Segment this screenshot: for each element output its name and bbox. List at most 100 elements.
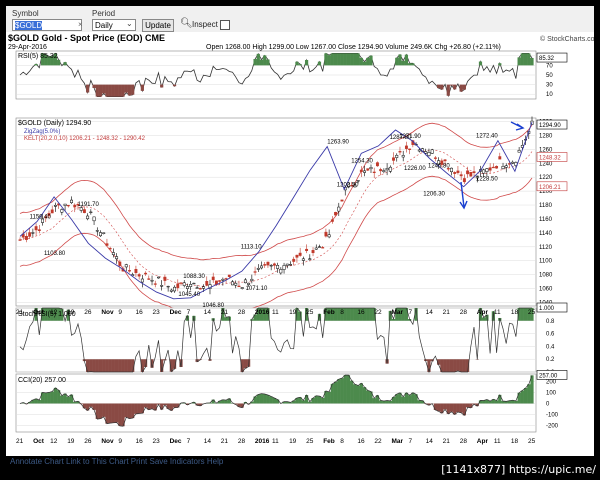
candle-body <box>163 276 167 281</box>
x-tick-label: Feb <box>323 438 335 445</box>
candle-body <box>298 252 302 256</box>
candle-body <box>166 285 170 288</box>
x-tick-label: 16 <box>135 309 143 316</box>
candle-body <box>157 276 160 279</box>
candle-body <box>462 178 466 183</box>
magnifier-icon[interactable]: 🔍︎ <box>180 18 193 29</box>
candle-body <box>401 155 405 158</box>
osc-tick-label: 0.6 <box>546 332 555 338</box>
candle-body <box>227 274 231 277</box>
candle-body <box>108 247 112 250</box>
candle-body <box>282 265 286 270</box>
update-button[interactable]: Update <box>142 19 174 32</box>
candle-body <box>202 286 205 289</box>
candle-body <box>363 170 367 173</box>
candle-body <box>63 203 67 206</box>
candle-body <box>417 149 421 152</box>
price-annotation: 1246.80 <box>428 164 450 170</box>
candle-body <box>218 280 222 282</box>
x-tick-label: Dec <box>170 309 182 316</box>
candle-body <box>169 289 173 292</box>
x-tick-label: 25 <box>528 309 536 316</box>
candle-body <box>466 170 470 175</box>
x-tick-label: 21 <box>443 438 451 445</box>
clear-icon[interactable]: × <box>78 20 83 29</box>
x-tick-label: 16 <box>135 438 143 445</box>
candle-body <box>89 211 93 213</box>
kelt-mid-value: 1248.32 <box>539 155 561 161</box>
price-tick-label: 1160 <box>539 217 553 223</box>
x-tick-label: 19 <box>289 438 297 445</box>
x-tick-label: Mar <box>391 309 403 316</box>
x-tick-label: 28 <box>460 309 468 316</box>
candle-body <box>147 278 151 280</box>
candle-body <box>198 287 202 290</box>
price-annotation: 1071.10 <box>246 286 268 292</box>
x-tick-label: 26 <box>84 309 92 316</box>
candle-body <box>234 282 238 286</box>
x-tick-label: 16 <box>357 309 365 316</box>
candle-body <box>404 145 408 149</box>
candle-body <box>485 168 489 172</box>
ohlc-readout: Open 1268.00 High 1299.00 Low 1267.00 Cl… <box>206 44 501 51</box>
period-label: Period <box>92 9 116 18</box>
x-tick-label: 14 <box>204 309 212 316</box>
x-tick-label: Nov <box>101 438 114 445</box>
price-annotation: 1228.50 <box>476 176 498 182</box>
price-tick-label: 1280 <box>539 133 553 139</box>
rsi-label: RSI(5) 85.32 <box>18 53 58 60</box>
x-tick-label: Apr <box>477 309 489 316</box>
candle-body <box>18 239 22 241</box>
x-tick-label: Apr <box>477 438 489 445</box>
candle-body <box>285 263 289 266</box>
price-annotation: 1271.90 <box>399 134 421 140</box>
candle-body <box>105 243 109 246</box>
price-annotation: 1226.00 <box>404 166 426 172</box>
x-tick-label: 18 <box>511 309 519 316</box>
candle-body <box>263 264 267 266</box>
candle-body <box>256 267 260 270</box>
candle-body <box>160 285 164 287</box>
candle-body <box>37 229 41 232</box>
candle-body <box>408 148 412 150</box>
candle-body <box>243 279 247 284</box>
candle-body <box>115 256 119 260</box>
x-tick-label: 25 <box>528 438 536 445</box>
candle-body <box>182 282 186 286</box>
osc-tick-label: 100 <box>546 391 557 397</box>
x-tick-label: 14 <box>426 438 434 445</box>
chart-canvas: $GOLD Gold - Spot Price (EOD) CME 29-Apr… <box>8 33 600 445</box>
x-tick-label: 16 <box>357 438 365 445</box>
candle-body <box>211 276 215 281</box>
symbol-input[interactable]: $GOLD <box>12 19 82 31</box>
osc-tick-label: 0 <box>546 402 550 408</box>
inspect-checkbox[interactable] <box>220 20 230 30</box>
x-tick-label: 11 <box>494 438 501 445</box>
chevron-down-icon[interactable]: ⌄ <box>126 19 133 28</box>
candle-body <box>205 281 209 286</box>
osc-current-value: 85.32 <box>539 56 555 62</box>
candle-body <box>330 219 334 222</box>
candle-body <box>92 216 96 222</box>
cci-panel <box>15 373 537 433</box>
chart-date: 29-Apr-2016 <box>8 44 47 51</box>
price-tick-label: 1180 <box>539 203 553 209</box>
candle-body <box>359 169 363 172</box>
price-annotation: 1045.40 <box>178 292 200 298</box>
x-tick-label: 7 <box>409 438 413 445</box>
x-tick-label: 28 <box>460 438 468 445</box>
x-tick-label: 19 <box>67 438 75 445</box>
x-tick-label: 21 <box>221 438 229 445</box>
candle-body <box>334 211 338 216</box>
candle-body <box>356 180 360 182</box>
chart-links[interactable]: Annotate Chart Link to This Chart Print … <box>10 457 223 466</box>
x-tick-label: 7 <box>409 309 413 316</box>
candle-body <box>253 271 257 273</box>
inspect-label: Inspect <box>192 20 218 29</box>
price-tick-label: 1080 <box>539 273 553 279</box>
candle-body <box>517 150 521 153</box>
price-annotation: 1103.80 <box>44 251 66 257</box>
rsi-axis: 907050301085.32 <box>536 52 568 98</box>
x-tick-label: 12 <box>50 438 58 445</box>
candle-body <box>185 286 189 289</box>
